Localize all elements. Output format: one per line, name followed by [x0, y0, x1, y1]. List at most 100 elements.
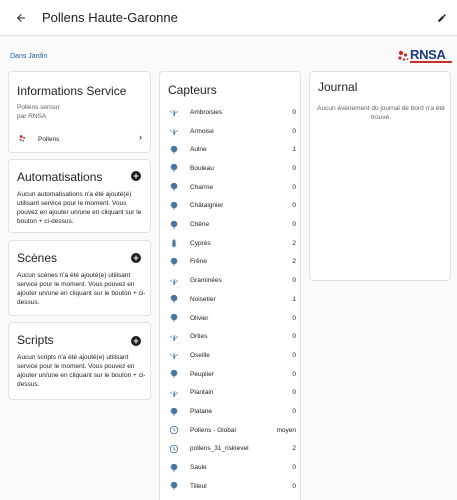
sensor-value: moyen	[276, 426, 296, 434]
sensor-row[interactable]: Aulne 1	[168, 140, 298, 159]
flower-icon	[168, 387, 180, 399]
arrow-left-icon[interactable]	[12, 9, 30, 27]
sensor-row[interactable]: Châtaignier 0	[168, 197, 298, 216]
rnsa-integration-icon	[19, 135, 26, 142]
sensor-value: 0	[292, 370, 296, 378]
scripts-empty-text: Aucun scripts n'a été ajouté(e) utilisan…	[17, 354, 146, 388]
leaf-tree-icon	[168, 256, 180, 268]
sensor-value: 2	[292, 239, 296, 247]
scripts-card: Scripts + Aucun scripts n'a été ajouté(e…	[8, 322, 151, 400]
sensor-value: 2	[292, 445, 296, 453]
sensor-name: Cyprès	[190, 239, 211, 247]
add-scene-button[interactable]: +	[131, 253, 141, 263]
sensor-name: pollens_31_risklevel	[190, 445, 249, 453]
sensor-row[interactable]: Graminées 0	[168, 271, 298, 290]
flower-icon	[168, 125, 180, 137]
sensor-name: Plantain	[190, 389, 214, 397]
leaf-tree-icon	[168, 293, 180, 305]
logbook-card: Journal Aucun évènement du journal de bo…	[309, 71, 451, 281]
leaf-tree-icon	[168, 368, 180, 380]
leaf-tree-icon	[168, 200, 180, 212]
sensor-value: 0	[292, 221, 296, 229]
pencil-icon[interactable]	[433, 9, 451, 27]
sensor-value: 0	[292, 351, 296, 359]
rnsa-logo-underline	[410, 61, 452, 63]
device-model: Pollens sensor	[17, 104, 60, 111]
sensor-name: Pollens - Global	[190, 426, 236, 434]
sensor-name: Oseille	[190, 351, 210, 359]
card-title: Informations Service	[17, 84, 127, 98]
flower-icon	[168, 106, 180, 118]
card-title: Automatisations	[17, 170, 103, 184]
sensor-row[interactable]: Saule 0	[168, 458, 298, 477]
sensor-value: 2	[292, 258, 296, 266]
sensor-row[interactable]: Charme 0	[168, 178, 298, 197]
sensor-row[interactable]: Pollens - Global moyen	[168, 421, 298, 440]
leaf-tree-icon	[168, 162, 180, 174]
sensor-row[interactable]: Noisetier 1	[168, 290, 298, 309]
sensor-row[interactable]: Ambroisies 0	[168, 103, 298, 122]
sensor-value: 0	[292, 277, 296, 285]
sensor-value: 0	[292, 202, 296, 210]
sensor-name: Noisetier	[190, 295, 216, 303]
sensor-name: Bouleau	[190, 164, 214, 172]
sensor-value: 0	[292, 408, 296, 416]
card-title: Capteurs	[168, 83, 217, 97]
sensor-name: Frêne	[190, 258, 207, 266]
sensor-row[interactable]: Platane 0	[168, 402, 298, 421]
sensor-name: Châtaignier	[190, 202, 224, 210]
sensor-value: 0	[292, 164, 296, 172]
flower-icon	[168, 275, 180, 287]
alert-circle-icon	[168, 443, 180, 455]
sensor-value: 0	[292, 108, 296, 116]
rnsa-logo: RNSA	[396, 47, 452, 65]
sensor-row[interactable]: Armoise 0	[168, 122, 298, 141]
sensor-row[interactable]: Tilleul 0	[168, 477, 298, 496]
sensor-name: Armoise	[190, 127, 214, 135]
card-title: Scripts	[17, 333, 54, 347]
sensor-row[interactable]: pollens_31_risklevel 2	[168, 440, 298, 459]
sensor-value: 0	[292, 482, 296, 490]
automations-card: Automatisations + Aucun automatisations …	[8, 159, 151, 233]
sensor-value: 0	[292, 183, 296, 191]
chevron-right-icon: ›	[139, 132, 142, 142]
sensor-row[interactable]: Olivier 0	[168, 309, 298, 328]
sensor-name: Chêne	[190, 221, 210, 229]
card-title: Scènes	[17, 251, 58, 265]
sensor-name: Tilleul	[190, 482, 207, 490]
page-title: Pollens Haute-Garonne	[42, 10, 178, 25]
area-link[interactable]: Dans Jardin	[10, 53, 47, 60]
add-script-button[interactable]: +	[131, 336, 141, 346]
leaf-tree-icon	[168, 462, 180, 474]
sensor-row[interactable]: Cyprès 2	[168, 234, 298, 253]
sensor-row[interactable]: Plantain 0	[168, 384, 298, 403]
sensor-value: 0	[292, 464, 296, 472]
sensor-row[interactable]: Chêne 0	[168, 215, 298, 234]
sensor-name: Olivier	[190, 314, 209, 322]
sensor-row[interactable]: Bouleau 0	[168, 159, 298, 178]
sensor-value: 0	[292, 127, 296, 135]
integration-link[interactable]: Pollens ›	[9, 129, 152, 149]
sensor-row[interactable]: Frêne 2	[168, 253, 298, 272]
leaf-tree-icon	[168, 181, 180, 193]
sensor-row[interactable]: Oseille 0	[168, 346, 298, 365]
sensor-value: 1	[292, 295, 296, 303]
sensor-value: 0	[292, 389, 296, 397]
sensor-value: 0	[292, 314, 296, 322]
add-automation-button[interactable]: +	[131, 171, 141, 181]
sensor-name: Saule	[190, 464, 207, 472]
rnsa-logo-mark	[398, 50, 409, 61]
leaf-tree-icon	[168, 480, 180, 492]
sensor-name: Platane	[190, 408, 213, 416]
sensor-name: Aulne	[190, 146, 207, 154]
leaf-tree-icon	[168, 219, 180, 231]
sensor-value: 1	[292, 146, 296, 154]
leaf-tree-icon	[168, 312, 180, 324]
sensor-row[interactable]: Peuplier 0	[168, 365, 298, 384]
sensor-row[interactable]: Orties 0	[168, 327, 298, 346]
pine-tree-icon	[168, 237, 180, 249]
scenes-card: Scènes + Aucun scènes n'a été ajouté(e) …	[8, 240, 151, 316]
automations-empty-text: Aucun automatisations n'a été ajouté(e) …	[17, 191, 142, 225]
integration-label: Pollens	[38, 136, 60, 143]
sensors-card: Capteurs Ambroisies 0 Armoise 0 Aulne 1 Boulea…	[159, 71, 301, 500]
